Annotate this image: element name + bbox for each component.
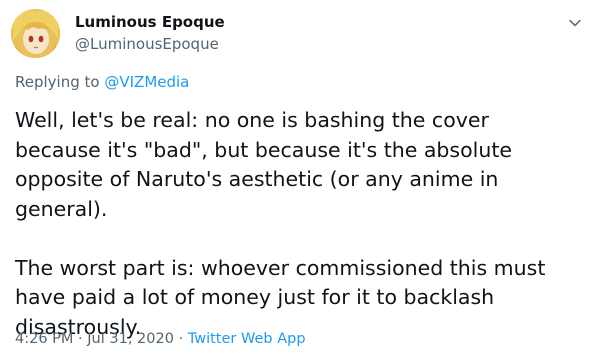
tweet-time[interactable]: 4:26 PM xyxy=(15,331,73,347)
author-display-name[interactable]: Luminous Epoque xyxy=(75,13,225,31)
tweet-text: Well, let's be real: no one is bashing t… xyxy=(15,106,575,342)
anime-avatar-icon xyxy=(11,9,60,58)
tweet-date[interactable]: Jul 31, 2020 xyxy=(87,331,174,347)
tweet-card: Luminous Epoque @LuminousEpoque Replying… xyxy=(0,0,598,364)
tweet-source-link[interactable]: Twitter Web App xyxy=(188,331,306,347)
meta-separator: · xyxy=(78,331,83,347)
replying-to-label: Replying to xyxy=(15,73,100,91)
tweet-metadata: 4:26 PM · Jul 31, 2020 · Twitter Web App xyxy=(15,331,306,347)
avatar[interactable] xyxy=(11,9,60,58)
chevron-down-icon[interactable] xyxy=(566,14,584,32)
meta-separator: · xyxy=(178,331,184,347)
tweet-paragraph: The worst part is: whoever commissioned … xyxy=(15,255,546,339)
author-handle[interactable]: @LuminousEpoque xyxy=(75,35,219,53)
tweet-paragraph: Well, let's be real: no one is bashing t… xyxy=(15,108,512,221)
replying-to: Replying to @VIZMedia xyxy=(15,73,189,91)
reply-mention-link[interactable]: @VIZMedia xyxy=(104,73,189,91)
